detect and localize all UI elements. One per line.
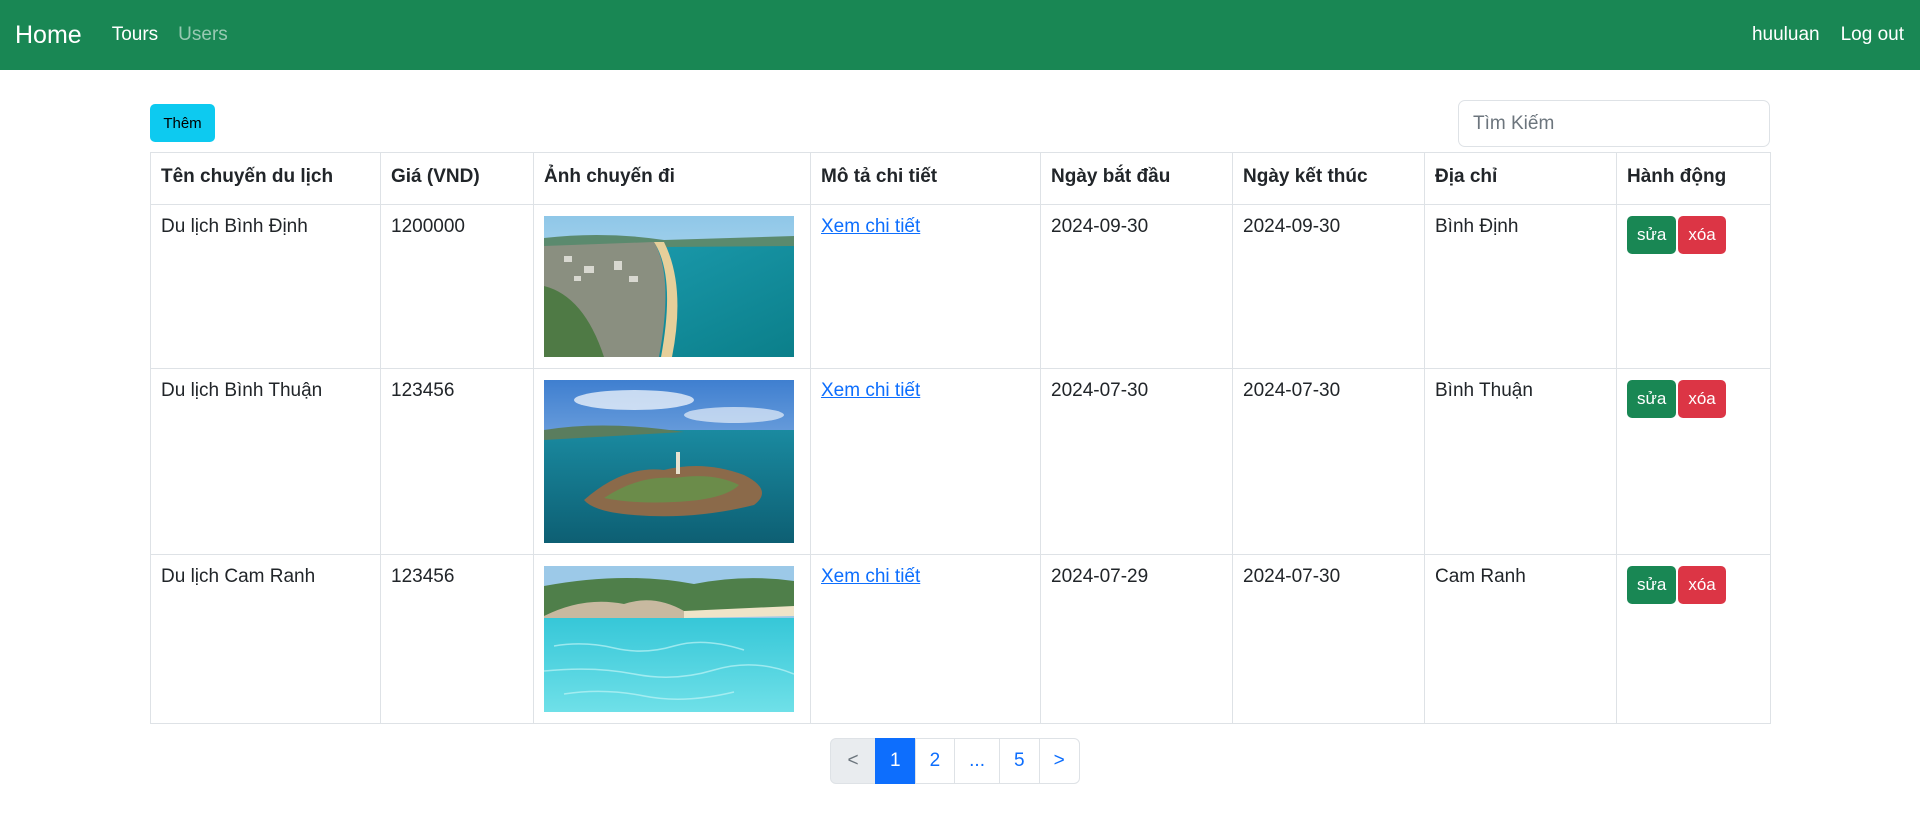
home-brand-link[interactable]: Home — [15, 21, 82, 50]
pagination: < 1 2 ... 5 > — [830, 738, 1080, 784]
description-cell: Xem chi tiết — [810, 554, 1041, 724]
tour-price: 123456 — [380, 554, 534, 724]
header-end-date: Ngày kết thúc — [1232, 152, 1425, 205]
tour-price: 1200000 — [380, 204, 534, 369]
logout-link[interactable]: Log out — [1841, 24, 1904, 46]
view-detail-link[interactable]: Xem chi tiết — [821, 216, 920, 237]
edit-button[interactable]: sửa — [1627, 216, 1677, 254]
page-1-button[interactable]: 1 — [875, 738, 916, 784]
tour-price: 123456 — [380, 368, 534, 555]
table-header-row: Tên chuyến du lịch Giá (VND) Ảnh chuyến … — [150, 152, 1771, 205]
start-date: 2024-07-29 — [1040, 554, 1233, 724]
actions-cell: sửa xóa — [1616, 554, 1771, 724]
delete-button[interactable]: xóa — [1678, 216, 1726, 254]
end-date: 2024-07-30 — [1232, 554, 1425, 724]
tour-name: Du lịch Bình Định — [150, 204, 381, 369]
tour-image-cell — [533, 204, 811, 369]
tour-image-cell — [533, 554, 811, 724]
view-detail-link[interactable]: Xem chi tiết — [821, 380, 920, 401]
page-2-button[interactable]: 2 — [914, 738, 956, 784]
start-date: 2024-07-30 — [1040, 368, 1233, 555]
nav-left: Home Tours Users — [15, 21, 248, 50]
page-prev-button[interactable]: < — [830, 738, 876, 784]
search-input[interactable] — [1458, 100, 1770, 147]
address: Cam Ranh — [1424, 554, 1617, 724]
page-5-button[interactable]: 5 — [999, 738, 1040, 784]
tour-name: Du lịch Cam Ranh — [150, 554, 381, 724]
tour-name: Du lịch Bình Thuận — [150, 368, 381, 555]
actions-cell: sửa xóa — [1616, 368, 1771, 555]
table-row: Du lịch Bình Định 1200000 Xem chi tiết 2… — [150, 204, 1771, 369]
tour-image-cam-ranh — [544, 566, 794, 712]
start-date: 2024-09-30 — [1040, 204, 1233, 369]
nav-link-users[interactable]: Users — [178, 24, 228, 46]
add-tour-button[interactable]: Thêm — [150, 104, 215, 142]
header-actions: Hành động — [1616, 152, 1771, 205]
username-link[interactable]: huuluan — [1752, 24, 1820, 46]
address: Bình Định — [1424, 204, 1617, 369]
tour-image-cell — [533, 368, 811, 555]
nav-link-tours[interactable]: Tours — [112, 24, 158, 46]
header-name: Tên chuyến du lịch — [150, 152, 381, 205]
description-cell: Xem chi tiết — [810, 368, 1041, 555]
header-image: Ảnh chuyến đi — [533, 152, 811, 205]
view-detail-link[interactable]: Xem chi tiết — [821, 566, 920, 587]
header-description: Mô tả chi tiết — [810, 152, 1041, 205]
edit-button[interactable]: sửa — [1627, 566, 1677, 604]
header-price: Giá (VND) — [380, 152, 534, 205]
tour-image-binh-thuan — [544, 380, 794, 543]
address: Bình Thuận — [1424, 368, 1617, 555]
table-row: Du lịch Cam Ranh 123456 Xem chi tiết 202… — [150, 554, 1771, 724]
tour-image-binh-dinh — [544, 216, 794, 357]
end-date: 2024-07-30 — [1232, 368, 1425, 555]
table-row: Du lịch Bình Thuận 123456 Xem chi tiết 2… — [150, 368, 1771, 555]
header-address: Địa chỉ — [1424, 152, 1617, 205]
edit-button[interactable]: sửa — [1627, 380, 1677, 418]
tours-table: Tên chuyến du lịch Giá (VND) Ảnh chuyến … — [150, 152, 1771, 724]
actions-cell: sửa xóa — [1616, 204, 1771, 369]
page-next-button[interactable]: > — [1038, 738, 1080, 784]
delete-button[interactable]: xóa — [1678, 380, 1726, 418]
top-navbar: Home Tours Users huuluan Log out — [0, 0, 1920, 70]
page-ellipsis: ... — [954, 738, 1000, 784]
description-cell: Xem chi tiết — [810, 204, 1041, 369]
delete-button[interactable]: xóa — [1678, 566, 1726, 604]
nav-right: huuluan Log out — [1731, 24, 1904, 46]
end-date: 2024-09-30 — [1232, 204, 1425, 369]
header-start-date: Ngày bắt đầu — [1040, 152, 1233, 205]
